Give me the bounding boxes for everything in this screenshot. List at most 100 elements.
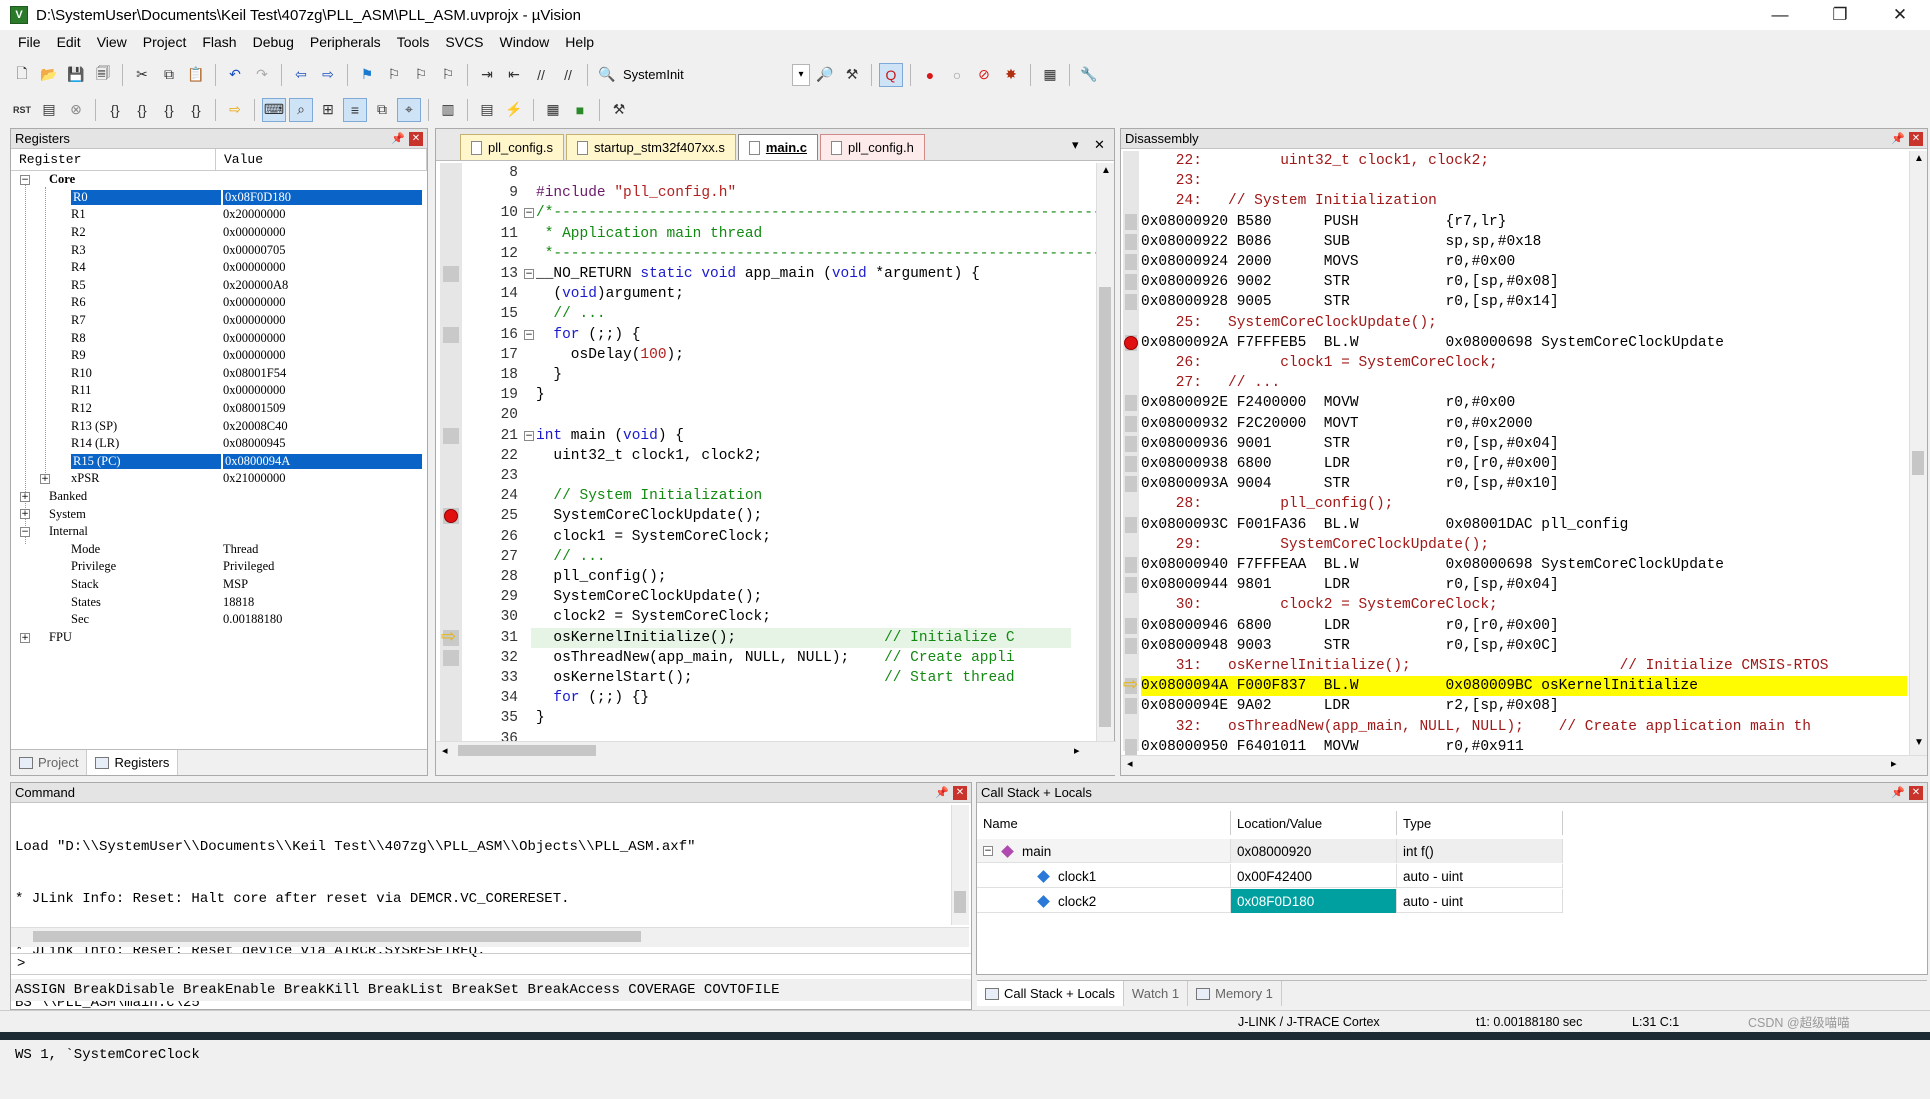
scroll-up-icon[interactable]: ▲ (1101, 165, 1111, 176)
instruction-line[interactable]: 0x08000938 6800 LDR r0,[r0,#0x00] (1141, 454, 1907, 474)
executable-line-marker[interactable] (1125, 617, 1137, 634)
new-file-icon[interactable]: 🗋 (10, 63, 34, 87)
register-value[interactable]: 0x00000000 (223, 348, 286, 363)
disassembly-horizontal-scrollbar[interactable]: ◂ ▸ (1121, 755, 1927, 775)
code-line[interactable]: 32 osThreadNew(app_main, NULL, NULL); //… (436, 648, 1096, 668)
tab-pll-config-s[interactable]: pll_config.s (460, 134, 565, 160)
bookmark-prev-icon[interactable]: ⚐ (382, 63, 406, 87)
target-combo[interactable]: 🔍 SystemInit ▾ (595, 63, 810, 87)
scroll-right-icon[interactable]: ▸ (1891, 757, 1897, 770)
register-value[interactable]: 0x20000000 (223, 207, 286, 222)
code-line[interactable]: 23 (436, 466, 1096, 486)
save-all-icon[interactable]: 🗐 (91, 63, 115, 87)
register-value[interactable]: Thread (223, 542, 258, 557)
code-line[interactable]: 33 osKernelStart(); // Start thread (436, 668, 1096, 688)
close-icon[interactable]: ✕ (953, 785, 967, 800)
internal-row[interactable]: States 18818 (11, 593, 427, 611)
instruction-line[interactable]: 0x08000924 2000 MOVS r0,#0x00 (1141, 252, 1907, 272)
source-line[interactable]: 32: osThreadNew(app_main, NULL, NULL); /… (1141, 717, 1907, 737)
fold-icon[interactable]: − (524, 329, 534, 340)
register-value[interactable]: Privileged (223, 559, 274, 574)
executable-line-marker[interactable] (1125, 254, 1137, 270)
executable-line-marker[interactable] (1125, 415, 1137, 432)
scrollbar-thumb[interactable] (954, 891, 966, 913)
code-line[interactable]: 27 // ... (436, 547, 1096, 567)
debug-settings-icon[interactable]: ⚒ (607, 98, 631, 122)
register-value[interactable]: 18818 (223, 595, 254, 610)
disable-all-breakpoints-icon[interactable]: ⊘ (972, 63, 996, 87)
source-line[interactable]: 28: pll_config(); (1141, 494, 1907, 514)
executable-line-marker[interactable] (1125, 435, 1137, 452)
register-row[interactable]: R7 0x00000000 (11, 312, 427, 330)
combo-dropdown[interactable]: ▾ (792, 63, 810, 86)
source-line[interactable]: 29: SystemCoreClockUpdate(); (1141, 535, 1907, 555)
comment-icon[interactable]: // (529, 63, 553, 87)
code-line[interactable]: 29 SystemCoreClockUpdate(); (436, 587, 1096, 607)
executable-line-marker[interactable] (1125, 213, 1137, 230)
register-value[interactable]: 0x200000A8 (223, 278, 288, 293)
save-icon[interactable]: 💾 (64, 63, 88, 87)
toolbox-icon[interactable]: ■ (568, 98, 592, 122)
instruction-line[interactable]: 0x08000922 B086 SUB sp,sp,#0x18 (1141, 232, 1907, 252)
register-row[interactable]: R0 0x08F0D180 (11, 189, 427, 207)
code-line[interactable]: 17 osDelay(100); (436, 345, 1096, 365)
register-row[interactable]: R14 (LR) 0x08000945 (11, 435, 427, 453)
fold-icon[interactable]: − (524, 269, 534, 279)
instruction-line[interactable]: 0x0800093C F001FA36 BL.W 0x08001DAC pll_… (1141, 515, 1907, 535)
watch-window-icon[interactable]: ⌖ (397, 97, 421, 122)
command-input[interactable]: > (11, 953, 971, 975)
kill-all-breakpoints-icon[interactable]: ✸ (999, 63, 1023, 87)
code-line[interactable]: 34 for (;;) {} (436, 688, 1096, 708)
register-value[interactable]: 0x08F0D180 (223, 189, 422, 205)
pin-icon[interactable]: 📌 (1891, 786, 1905, 799)
minimize-button[interactable]: — (1750, 0, 1810, 30)
uncomment-icon[interactable]: // (556, 63, 580, 87)
source-line[interactable]: 24: // System Initialization (1141, 191, 1907, 211)
code-line[interactable]: 12 *------------------------------------… (436, 244, 1111, 264)
register-value[interactable]: 0x00000000 (223, 383, 286, 398)
register-row[interactable]: R4 0x00000000 (11, 259, 427, 277)
pin-icon[interactable]: 📌 (1891, 132, 1905, 145)
register-row[interactable]: R10 0x08001F54 (11, 365, 427, 383)
instruction-line[interactable]: 0x0800094E 9A02 LDR r2,[sp,#0x08] (1141, 696, 1907, 716)
editor-vertical-scrollbar[interactable]: ▲ (1096, 163, 1114, 741)
register-value[interactable]: 0x00000705 (223, 243, 286, 258)
code-line[interactable]: 20 (436, 405, 1096, 425)
register-row[interactable]: R8 0x00000000 (11, 329, 427, 347)
find-icon[interactable]: 🔎 (813, 63, 837, 87)
register-row[interactable]: R5 0x200000A8 (11, 277, 427, 295)
register-row[interactable]: R2 0x00000000 (11, 224, 427, 242)
menu-project[interactable]: Project (135, 34, 195, 50)
instruction-line[interactable]: 0x08000948 9003 STR r0,[sp,#0x0C] (1141, 636, 1907, 656)
instruction-line[interactable]: 0x08000940 F7FFFEAA BL.W 0x08000698 Syst… (1141, 555, 1907, 575)
code-line[interactable]: 13− __NO_RETURN static void app_main (voi… (436, 264, 1096, 284)
register-row[interactable]: R13 (SP) 0x20008C40 (11, 417, 427, 435)
instruction-line[interactable]: 0x08000936 9001 STR r0,[sp,#0x04] (1141, 434, 1907, 454)
internal-row[interactable]: Mode Thread (11, 541, 427, 559)
tree-node-core[interactable]: − Core (11, 171, 427, 189)
step-over-icon[interactable]: {} (130, 98, 154, 122)
register-value[interactable]: 0x00000000 (223, 331, 286, 346)
unindent-icon[interactable]: ⇤ (502, 63, 526, 87)
type-column-header[interactable]: Type (1397, 811, 1563, 835)
incremental-find-icon[interactable]: ⚒ (840, 63, 864, 87)
configure-icon[interactable]: 🔧 (1077, 63, 1101, 87)
menu-window[interactable]: Window (492, 34, 558, 50)
scrollbar-thumb[interactable] (458, 745, 596, 756)
tab-memory-1[interactable]: Memory 1 (1188, 981, 1282, 1006)
register-row[interactable]: + xPSR 0x21000000 (11, 470, 427, 488)
collapse-icon[interactable]: − (983, 846, 993, 856)
instruction-line[interactable]: 0x08000946 6800 LDR r0,[r0,#0x00] (1141, 616, 1907, 636)
scrollbar-thumb[interactable] (33, 931, 641, 942)
executable-line-marker[interactable] (1125, 456, 1137, 472)
instruction-line[interactable]: 0x08000950 F6401011 MOVW r0,#0x911 (1141, 737, 1907, 757)
command-vertical-scrollbar[interactable] (951, 805, 969, 925)
code-line[interactable]: 15 // ... (436, 304, 1096, 324)
bookmark-icon[interactable]: ⚑ (355, 63, 379, 87)
instruction-line[interactable]: 0x08000944 9801 LDR r0,[sp,#0x04] (1141, 575, 1907, 595)
fold-icon[interactable]: − (524, 208, 534, 219)
source-line[interactable]: 31: osKernelInitialize(); // Initialize … (1141, 656, 1907, 676)
nav-back-icon[interactable]: ⇦ (289, 63, 313, 87)
tab-startup-s[interactable]: startup_stm32f407xx.s (566, 134, 736, 160)
tab-main-c[interactable]: main.c (737, 134, 819, 160)
